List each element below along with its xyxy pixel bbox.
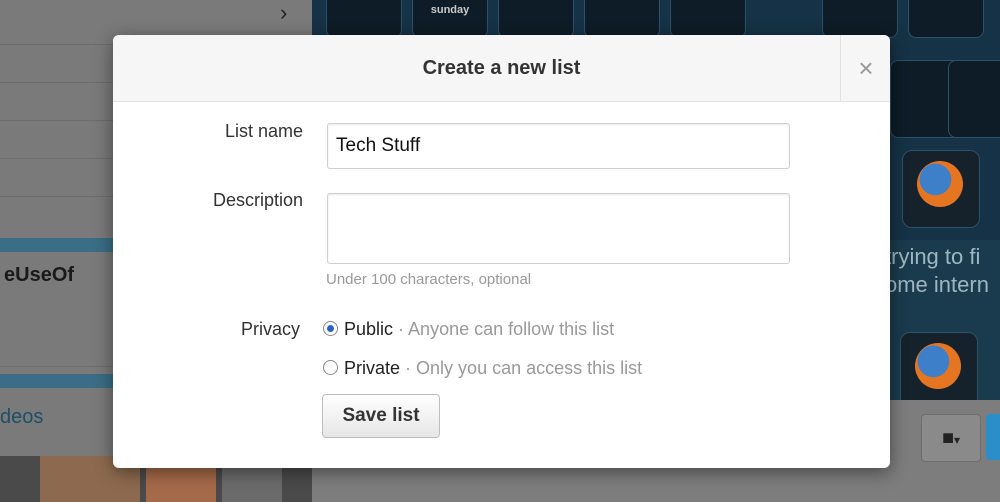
close-button[interactable]: ×	[840, 35, 890, 101]
windows-app-tile	[948, 60, 1000, 138]
sidebar-profile-name[interactable]: eUseOf	[4, 264, 74, 287]
blue-action-button[interactable]	[986, 414, 1000, 460]
description-textarea[interactable]	[327, 193, 790, 264]
user-menu-button[interactable]: ■▾	[921, 414, 981, 462]
app-tile: PORTABLE	[498, 0, 574, 38]
list-name-label: List name	[224, 121, 303, 141]
close-icon: ×	[858, 53, 874, 83]
dialog-header: Create a new list ×	[113, 35, 890, 102]
app-tile: LINUX	[584, 0, 660, 38]
chevron-right-icon[interactable]: ›	[280, 0, 287, 26]
public-radio[interactable]	[323, 321, 338, 336]
app-tile: OWS	[326, 0, 402, 38]
dialog-title: Create a new list	[422, 57, 581, 79]
private-radio[interactable]	[323, 360, 338, 375]
private-radio-description: · Only you can access this list	[405, 358, 643, 378]
app-tile: sound sunday	[412, 0, 488, 38]
public-radio-description: · Anyone can follow this list	[398, 319, 615, 339]
private-radio-label[interactable]: Private	[344, 358, 400, 378]
person-icon: ■	[941, 427, 955, 449]
app-tile: IPAD APPS	[908, 0, 984, 38]
privacy-option-private[interactable]: Private · Only you can access this list	[323, 358, 642, 379]
create-list-dialog: Create a new list × List name Descriptio…	[113, 35, 890, 468]
privacy-option-public[interactable]: Public · Anyone can follow this list	[323, 319, 614, 340]
firefox-icon	[902, 150, 980, 228]
firefox-icon	[900, 332, 978, 410]
description-label: Description	[212, 190, 303, 210]
public-radio-label[interactable]: Public	[344, 319, 393, 339]
list-name-input[interactable]	[327, 123, 790, 169]
sidebar-videos-link[interactable]: deos	[0, 406, 43, 429]
privacy-label: Privacy	[240, 319, 300, 339]
app-tile: IPHONE	[822, 0, 898, 38]
chevron-down-icon: ▾	[954, 433, 961, 447]
promo-text: ome intern	[885, 272, 989, 297]
save-list-button[interactable]: Save list	[322, 394, 440, 438]
description-hint: Under 100 characters, optional	[326, 271, 532, 288]
app-tile: CH	[670, 0, 746, 38]
promo-text: trying to fi	[885, 244, 981, 269]
